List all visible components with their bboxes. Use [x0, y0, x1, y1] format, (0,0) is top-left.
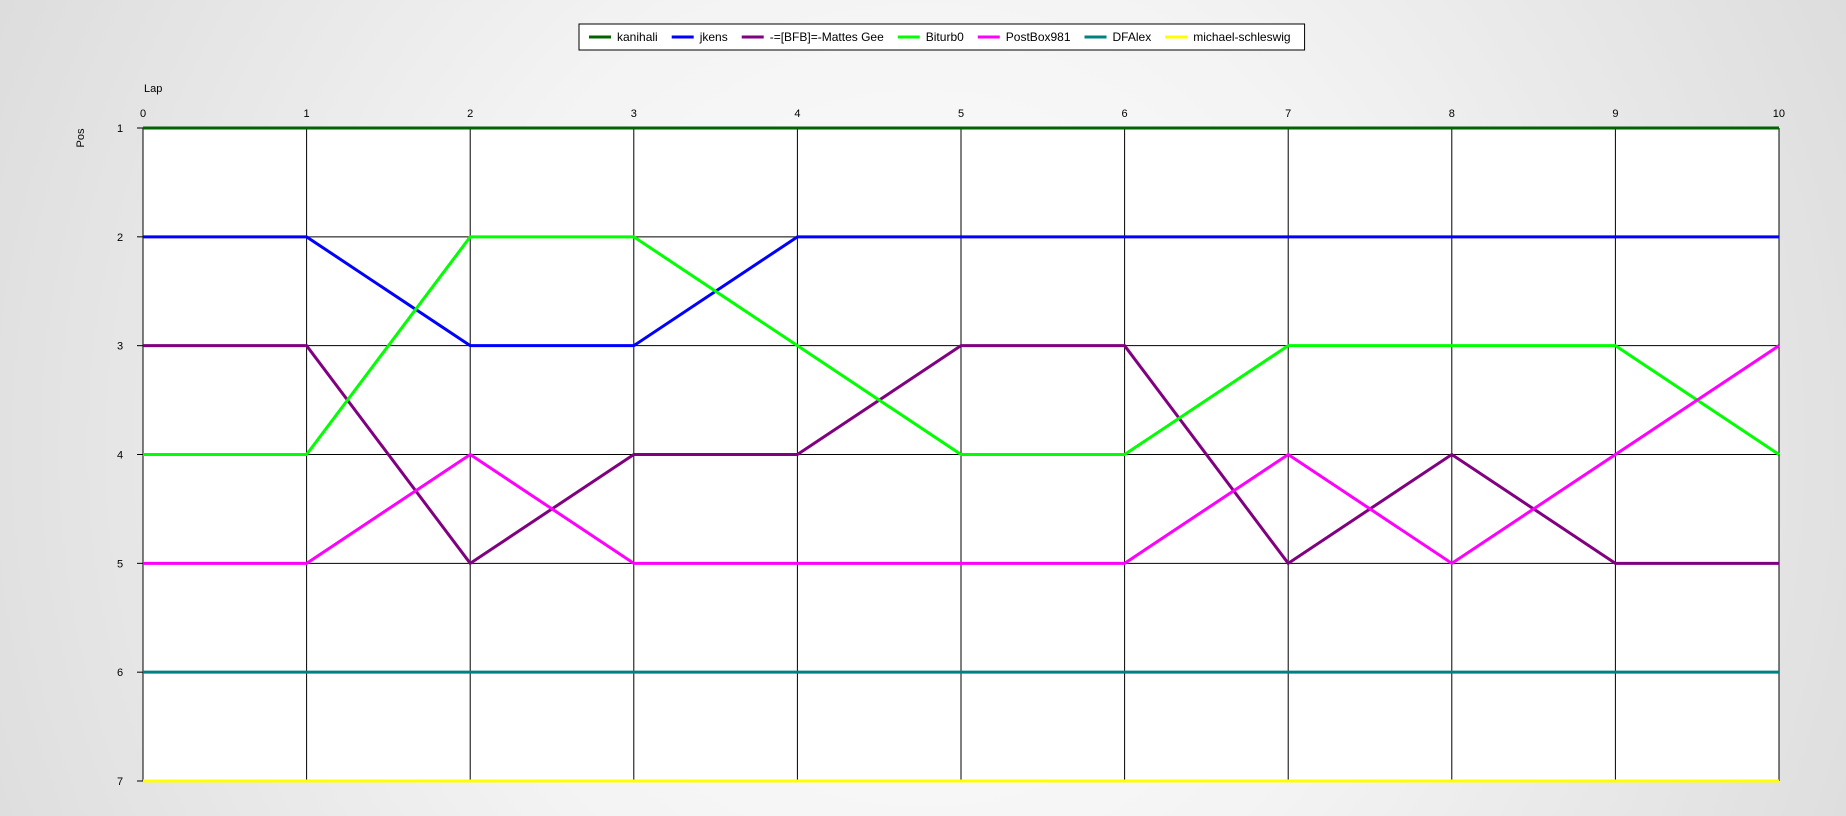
x-tick-label: 10 — [1773, 108, 1785, 120]
x-tick-label: 1 — [304, 108, 310, 120]
legend-label-biturb0: Biturb0 — [926, 30, 964, 44]
position-chart: kanihali jkens -=[BFB]=-Mattes Gee Biturb0 P… — [75, 23, 1785, 788]
x-tick-label: 3 — [631, 108, 637, 120]
x-tick-label: 6 — [1122, 108, 1128, 120]
x-tick-label: 5 — [958, 108, 964, 120]
chart-legend: kanihali jkens -=[BFB]=-Mattes Gee Biturb0 P… — [578, 23, 1306, 51]
y-tick-label: 3 — [117, 341, 123, 353]
x-tick-label: 8 — [1449, 108, 1455, 120]
legend-label-jkens: jkens — [699, 30, 728, 44]
x-tick-label: 7 — [1285, 108, 1291, 120]
legend-label-postbox981: PostBox981 — [1006, 30, 1071, 44]
x-tick-label: 9 — [1612, 108, 1618, 120]
x-axis-label: Lap — [144, 83, 162, 95]
y-tick-label: 4 — [117, 450, 123, 462]
y-tick-label: 7 — [117, 776, 123, 788]
x-tick-label: 2 — [467, 108, 473, 120]
legend-label-kanihali: kanihali — [617, 30, 658, 44]
y-tick-label: 5 — [117, 558, 123, 570]
x-tick-label: 0 — [140, 108, 146, 120]
y-axis-label: Pos — [75, 128, 87, 147]
legend-label-bfb-mattes-gee: -=[BFB]=-Mattes Gee — [770, 30, 884, 44]
x-tick-label: 4 — [794, 108, 800, 120]
y-axis-ticks: 1 2 3 4 5 6 7 — [117, 123, 143, 788]
y-tick-label: 6 — [117, 667, 123, 679]
y-tick-label: 2 — [117, 232, 123, 244]
y-tick-label: 1 — [117, 123, 123, 135]
legend-label-dfalex: DFAlex — [1113, 30, 1152, 44]
x-axis-ticks: 0 1 2 3 4 5 6 7 8 9 10 — [140, 108, 1785, 120]
legend-label-michael-schleswig: michael-schleswig — [1193, 30, 1290, 44]
